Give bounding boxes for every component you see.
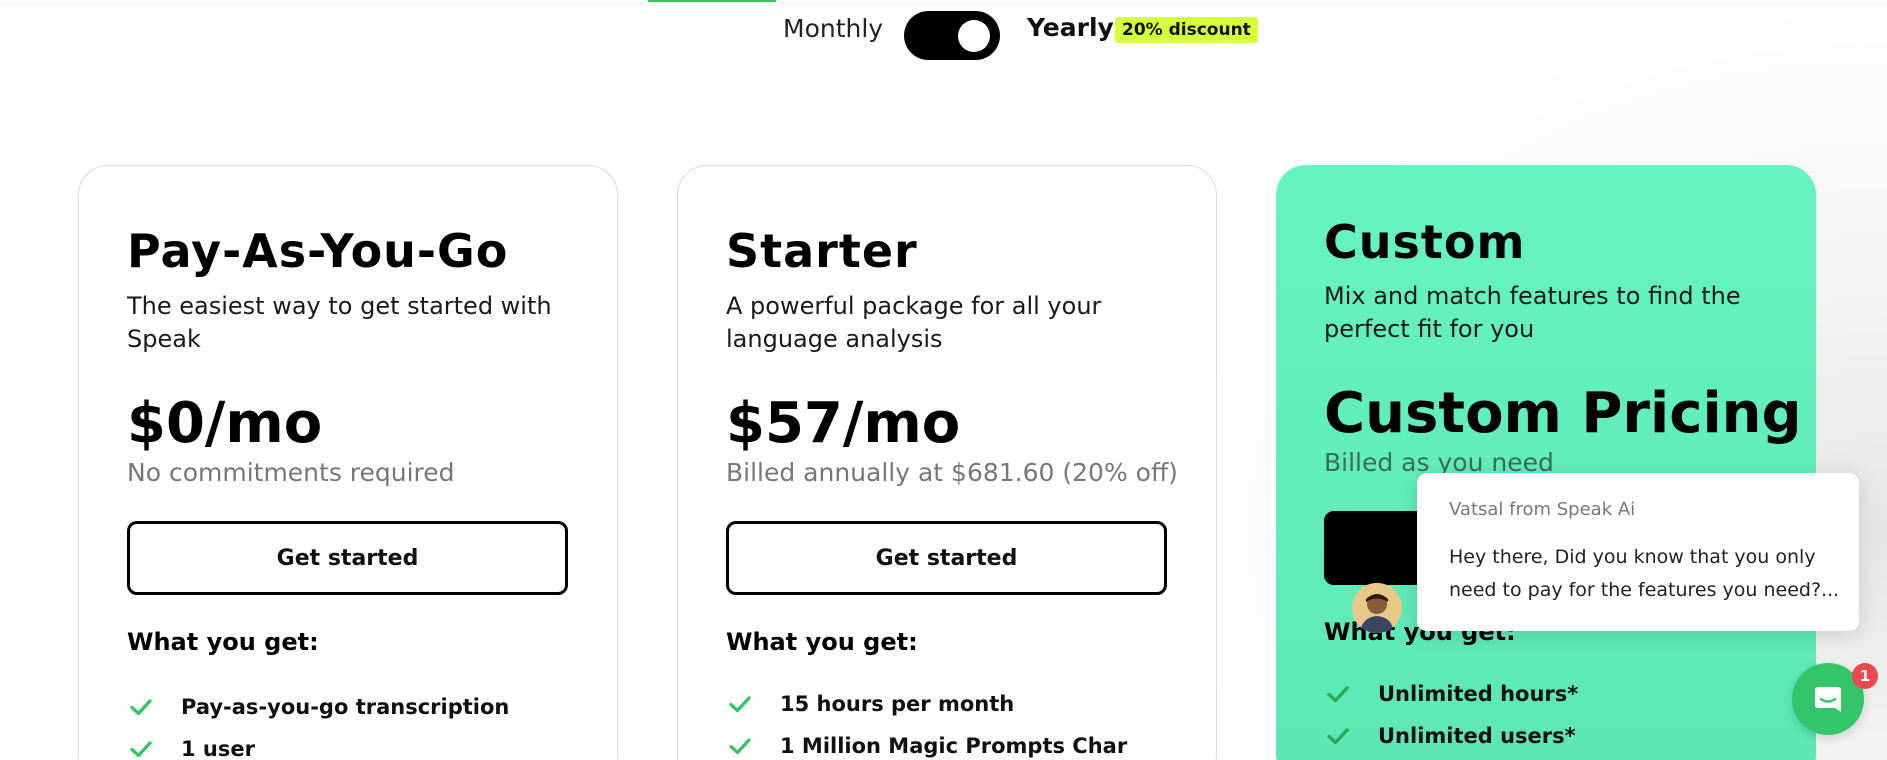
feature-item: 15 hours per month (726, 690, 1127, 732)
plan-price: $57/mo (726, 391, 961, 456)
feature-text: 15 hours per month (780, 692, 1015, 716)
feature-text: Unlimited hours* (1378, 682, 1579, 706)
notification-badge: 1 (1852, 663, 1878, 689)
check-icon (729, 696, 751, 713)
price-note: Billed annually at $681.60 (20% off) (726, 458, 1178, 487)
chat-message-text: Hey there, Did you know that you only ne… (1449, 546, 1840, 601)
plan-price: $0/mo (127, 391, 323, 456)
header-shadow (0, 0, 1887, 2)
feature-item: Unlimited hours* (1324, 680, 1578, 722)
plan-description: A powerful package for all your language… (726, 292, 1102, 353)
plan-name: Pay-As-You-Go (127, 224, 509, 278)
features-heading: What you get: (726, 628, 918, 656)
check-icon (130, 699, 152, 716)
plan-name: Starter (726, 224, 918, 278)
billing-toggle[interactable] (904, 11, 1000, 60)
billing-period-switch: Monthly Yearly 20% discount (0, 8, 1887, 60)
chat-message-popup[interactable]: Vatsal from Speak Ai Hey there, Did you … (1417, 473, 1859, 631)
toggle-knob (958, 20, 990, 52)
feature-list: Pay-as-you-go transcription 1 user (127, 693, 509, 760)
check-icon (1327, 686, 1349, 703)
feature-text: 1 Million Magic Prompts Char (780, 734, 1128, 758)
features-heading: What you get: (127, 628, 319, 656)
get-started-button[interactable]: Get started (127, 521, 568, 595)
active-nav-indicator (648, 0, 776, 2)
feature-item: 1 user (127, 735, 509, 760)
feature-text: Pay-as-you-go transcription (181, 695, 510, 719)
feature-list: 15 hours per month 1 Million Magic Promp… (726, 690, 1127, 760)
feature-item: 1 Million Magic Prompts Char (726, 732, 1127, 760)
feature-text: Unlimited users* (1378, 724, 1576, 748)
plan-card-pay-as-you-go: Pay-As-You-Go The easiest way to get sta… (78, 165, 618, 760)
get-started-button[interactable]: Get started (726, 521, 1167, 595)
chat-bubble-icon (1815, 687, 1841, 712)
check-icon (729, 738, 751, 755)
plan-card-starter: Starter A powerful package for all your … (677, 165, 1217, 760)
plan-description: Mix and match features to find the perfe… (1324, 282, 1741, 343)
chat-sender: Vatsal from Speak Ai (1449, 499, 1636, 520)
feature-item: Pay-as-you-go transcription (127, 693, 509, 735)
plan-description: The easiest way to get started with Spea… (127, 292, 552, 353)
check-icon (130, 741, 152, 758)
discount-badge: 20% discount (1115, 17, 1258, 43)
person-avatar-icon (1352, 583, 1402, 633)
price-note: No commitments required (127, 458, 455, 487)
check-icon (1327, 728, 1349, 745)
plan-name: Custom (1324, 215, 1526, 269)
feature-list: Unlimited hours* Unlimited users* (1324, 680, 1578, 760)
avatar (1352, 583, 1402, 633)
plan-card-custom: Custom Mix and match features to find th… (1276, 165, 1816, 760)
feature-text: 1 user (181, 737, 255, 760)
monthly-label[interactable]: Monthly (783, 14, 883, 43)
feature-item: Unlimited users* (1324, 722, 1578, 760)
plan-price: Custom Pricing (1324, 381, 1802, 446)
yearly-label[interactable]: Yearly (1027, 13, 1114, 42)
